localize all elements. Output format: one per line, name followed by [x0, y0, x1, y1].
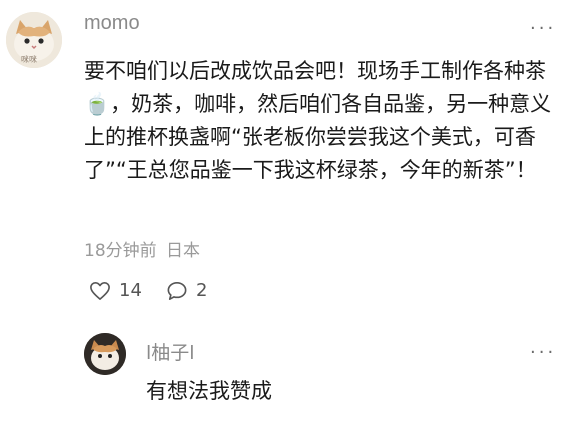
reply-avatar[interactable] [84, 333, 126, 375]
reply-more-button[interactable]: ··· [530, 344, 556, 362]
comment-author[interactable]: momo [84, 12, 140, 35]
like-button[interactable]: 14 [89, 280, 142, 301]
reply-button[interactable]: 2 [166, 280, 207, 301]
comment-avatar[interactable]: 咪咪 [6, 12, 62, 68]
more-dots-icon: ··· [530, 18, 557, 39]
comment-meta: 18分钟前 日本 [84, 236, 200, 261]
cat-avatar-icon [84, 333, 126, 375]
comment-bubble-icon [167, 281, 187, 300]
comment-time: 18分钟前 [84, 241, 157, 261]
like-count: 14 [119, 280, 142, 301]
heart-icon [90, 281, 110, 300]
avatar-caption: 咪咪 [21, 55, 37, 64]
reply-count: 2 [196, 280, 208, 301]
reply-author[interactable]: l柚子l [146, 338, 195, 365]
comment-location: 日本 [166, 241, 201, 261]
reply-text: 有想法我赞成 [146, 379, 272, 403]
comment-text: 要不咱们以后改成饮品会吧！现场手工制作各种茶🍵，奶茶，咖啡，然后咱们各自品鉴，另… [84, 59, 552, 182]
more-dots-icon: ··· [530, 342, 557, 363]
comment-more-button[interactable]: ··· [530, 20, 556, 38]
